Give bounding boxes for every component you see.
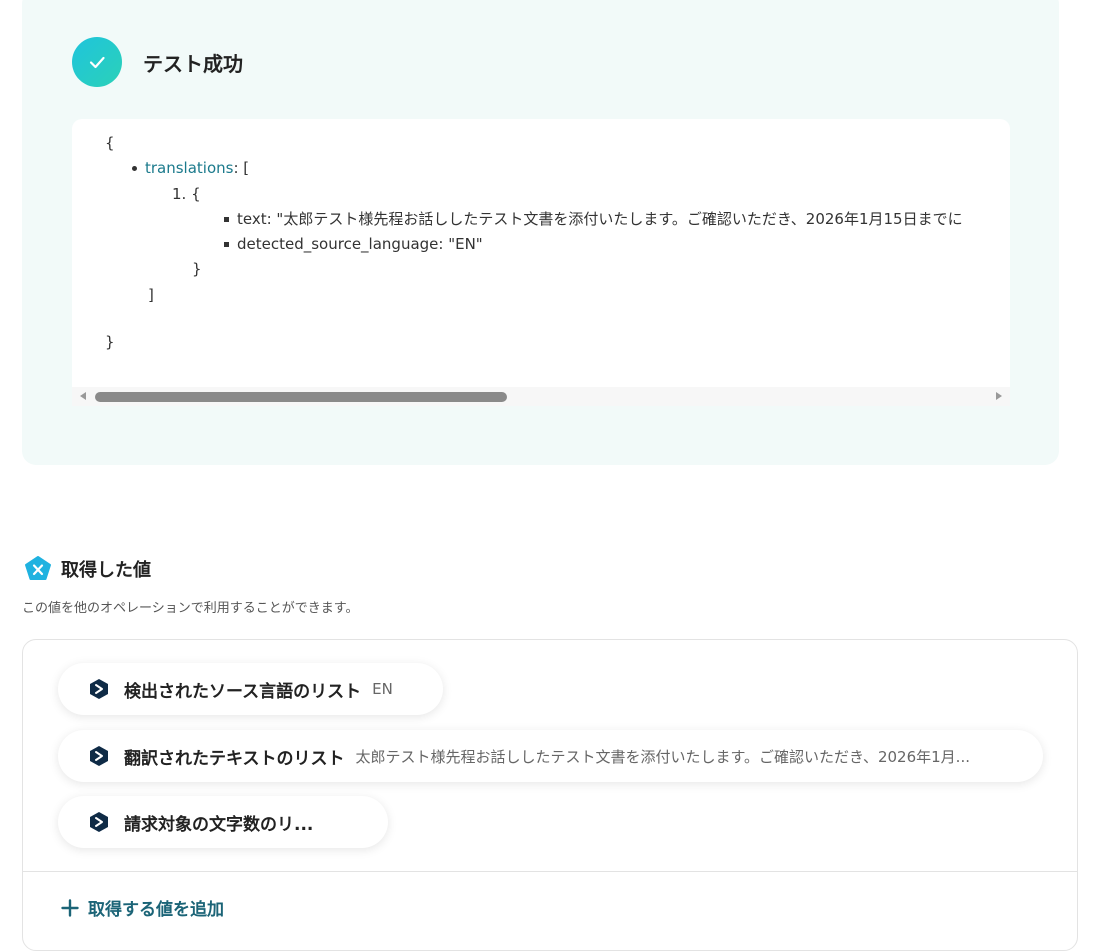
test-success-title: テスト成功 [143,51,243,76]
json-detected-line: detected_source_language: "EN" [224,234,483,254]
horizontal-scrollbar[interactable] [72,387,1010,406]
bullet-square-icon [224,242,229,247]
value-chip-value: 太郎テスト様先程お話ししたテスト文書を添付いたします。ご確認いただき、2026年… [355,747,970,766]
values-description: この値を他のオペレーションで利用することができます。 [22,601,359,616]
scroll-right-arrow-icon[interactable] [996,392,1002,400]
test-success-header: テスト成功 [72,37,243,87]
json-item-index: 1. { [172,185,201,203]
add-value-label: 取得する値を追加 [88,900,224,920]
json-item-close: } [192,260,202,278]
value-chip-value: EN [372,680,393,698]
variable-pentagon-icon [25,556,51,580]
bullet-dot-icon [132,166,137,171]
add-value-button[interactable]: 取得する値を追加 [61,895,224,920]
scroll-thumb[interactable] [95,392,507,402]
value-chip-translated-text[interactable]: 翻訳されたテキストのリスト 太郎テスト様先程お話ししたテスト文書を添付いたします… [58,730,1043,782]
deepl-icon [90,679,108,699]
value-chip-label: 検出されたソース言語のリスト [124,681,362,702]
json-detected-value: detected_source_language: "EN" [237,235,483,253]
value-chip-billed-characters[interactable]: 請求対象の文字数のリ... [58,796,388,848]
value-chip-source-language[interactable]: 検出されたソース言語のリスト EN [58,663,443,715]
json-close-brace: } [105,333,115,351]
deepl-icon [90,746,108,766]
json-translations-line: translations: [ [132,158,249,178]
json-output-box: { translations: [ 1. { text: "太郎テスト様先程お話… [72,119,1010,406]
scroll-left-arrow-icon[interactable] [80,392,86,400]
value-chip-label: 請求対象の文字数のリ... [124,814,314,835]
plus-icon [61,898,79,917]
values-header: 取得した値 [24,555,151,583]
test-result-panel: テスト成功 { translations: [ 1. { text: "太郎テス… [22,0,1059,465]
values-list-box: 検出されたソース言語のリスト EN 翻訳されたテキストのリスト 太郎テスト様先程… [22,639,1078,951]
values-title: 取得した値 [61,560,151,581]
json-array-open: : [ [233,159,250,177]
json-key-translations: translations [145,159,234,177]
json-array-close: ] [148,286,154,304]
deepl-icon [90,812,108,832]
bullet-square-icon [224,217,229,222]
json-content: { translations: [ 1. { text: "太郎テスト様先程お話… [72,119,1010,387]
divider [23,871,1077,872]
check-icon [72,37,122,87]
json-text-value: text: "太郎テスト様先程お話ししたテスト文書を添付いたします。ご確認いただ… [237,210,963,228]
json-text-line: text: "太郎テスト様先程お話ししたテスト文書を添付いたします。ご確認いただ… [224,209,963,229]
json-open-brace: { [105,134,115,152]
value-chip-label: 翻訳されたテキストのリスト [124,748,345,769]
